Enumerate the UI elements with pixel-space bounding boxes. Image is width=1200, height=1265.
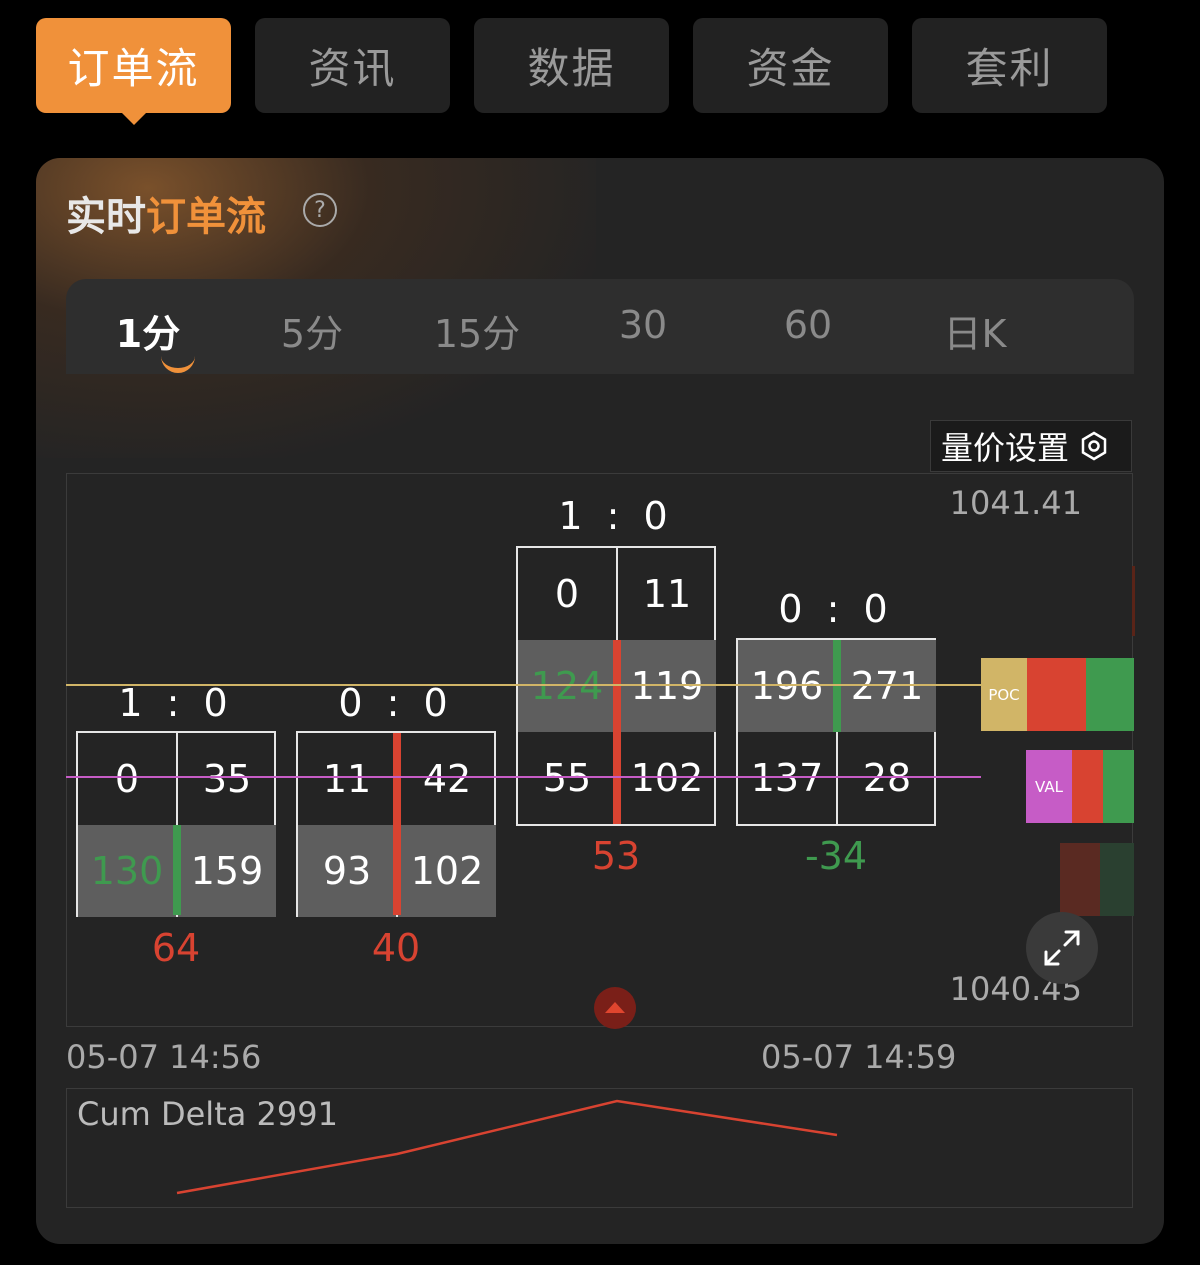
price-high: 1041.41 <box>949 484 1082 522</box>
profile-buy-bar <box>1086 658 1134 731</box>
tab-1min[interactable]: 1分 <box>88 303 208 358</box>
tab-arbitrage[interactable]: 套利 <box>912 18 1107 113</box>
cell-bid: 0 <box>114 757 140 801</box>
title-highlight: 订单流 <box>146 194 266 240</box>
cell-bid: 196 <box>738 640 836 732</box>
tab-30min[interactable]: 30 <box>583 303 703 347</box>
tab-60min[interactable]: 60 <box>748 303 868 347</box>
profile-sell-bar <box>1027 658 1086 731</box>
time-label-start: 05-07 14:56 <box>66 1038 262 1076</box>
bar-ratio: 1 : 0 <box>118 681 234 725</box>
help-glyph: ? <box>314 197 326 223</box>
cell-bid: 0 <box>554 572 580 616</box>
cell-bid: 55 <box>542 756 592 800</box>
buy-imbalance-marker <box>833 640 841 732</box>
tab-funds[interactable]: 资金 <box>693 18 888 113</box>
tab-news[interactable]: 资讯 <box>255 18 450 113</box>
poc-line <box>66 684 981 686</box>
tab-label: 资讯 <box>308 44 397 93</box>
bar-delta: -34 <box>804 834 868 878</box>
cell-ask: 28 <box>862 756 912 800</box>
help-icon[interactable]: ? <box>303 193 337 227</box>
arrow-up-icon <box>605 1002 625 1013</box>
cell-ask: 42 <box>422 757 472 801</box>
cell-bid: 130 <box>78 825 176 917</box>
sell-imbalance-marker <box>393 733 401 915</box>
period-tabs: 1分 5分 15分 30 60 日K <box>66 279 1134 374</box>
bar-ratio: 0 : 0 <box>778 587 894 631</box>
cell-ask: 102 <box>398 825 496 917</box>
collapse-arrow-button[interactable] <box>594 987 636 1029</box>
bar-ratio: 1 : 0 <box>558 494 674 538</box>
footprint-bar[interactable]: 0 11 124 119 55 102 <box>516 546 716 826</box>
sell-imbalance-marker <box>613 640 621 824</box>
cell-bid: 11 <box>322 757 372 801</box>
tab-label: 套利 <box>965 44 1054 93</box>
footprint-bar[interactable]: 11 42 93 102 <box>296 731 496 917</box>
profile-sell-bar <box>1072 750 1103 823</box>
active-tab-indicator <box>161 354 195 373</box>
poc-label: POC <box>981 658 1027 731</box>
settings-label: 量价设置 <box>941 429 1070 467</box>
cell-bid: 137 <box>750 756 824 800</box>
expand-button[interactable] <box>1026 912 1098 984</box>
footprint-bar[interactable]: 0 35 130 159 <box>76 731 276 917</box>
profile-buy-bar <box>1103 750 1134 823</box>
buy-imbalance-marker <box>173 825 181 915</box>
tab-day-k[interactable]: 日K <box>915 303 1035 358</box>
tab-order-flow[interactable]: 订单流 <box>36 18 231 125</box>
cum-delta-chart: Cum Delta 2991 <box>66 1088 1133 1208</box>
tab-data[interactable]: 数据 <box>474 18 669 113</box>
settings-icon <box>1081 431 1107 461</box>
cell-ask: 159 <box>178 825 276 917</box>
cell-bid: 93 <box>298 825 396 917</box>
bar-delta: 40 <box>371 926 421 970</box>
card-title: 实时订单流 <box>66 184 266 242</box>
tab-label: 资金 <box>746 44 835 93</box>
footprint-bar[interactable]: 196 271 137 28 <box>736 638 936 826</box>
cell-ask: 35 <box>202 757 252 801</box>
bar-delta: 64 <box>151 926 201 970</box>
title-prefix: 实时 <box>66 194 146 240</box>
tab-label: 数据 <box>527 44 616 93</box>
val-line <box>66 776 981 778</box>
time-label-end: 05-07 14:59 <box>761 1038 957 1076</box>
cell-divider <box>616 548 618 640</box>
profile-bar <box>1132 566 1135 636</box>
cell-ask: 102 <box>630 756 704 800</box>
cell-bid: 124 <box>518 640 616 732</box>
cell-ask: 119 <box>618 640 716 732</box>
tab-15min[interactable]: 15分 <box>417 303 537 358</box>
val-label: VAL <box>1026 750 1072 823</box>
cell-ask: 11 <box>642 572 692 616</box>
cell-divider <box>176 733 178 825</box>
volume-price-settings-button[interactable]: 量价设置 <box>930 420 1132 472</box>
order-flow-card: 实时订单流 ? 1分 5分 15分 30 60 日K 量价设置 1041.41 … <box>36 158 1164 1244</box>
bar-delta: 53 <box>591 834 641 878</box>
profile-sell-bar <box>1060 843 1100 916</box>
cell-ask: 271 <box>838 640 936 732</box>
bar-ratio: 0 : 0 <box>338 681 454 725</box>
tab-label: 订单流 <box>67 44 200 93</box>
profile-buy-bar <box>1100 843 1134 916</box>
tab-5min[interactable]: 5分 <box>252 303 372 358</box>
expand-icon <box>1044 930 1080 966</box>
cell-divider <box>836 732 838 824</box>
cum-delta-line <box>176 1099 838 1195</box>
